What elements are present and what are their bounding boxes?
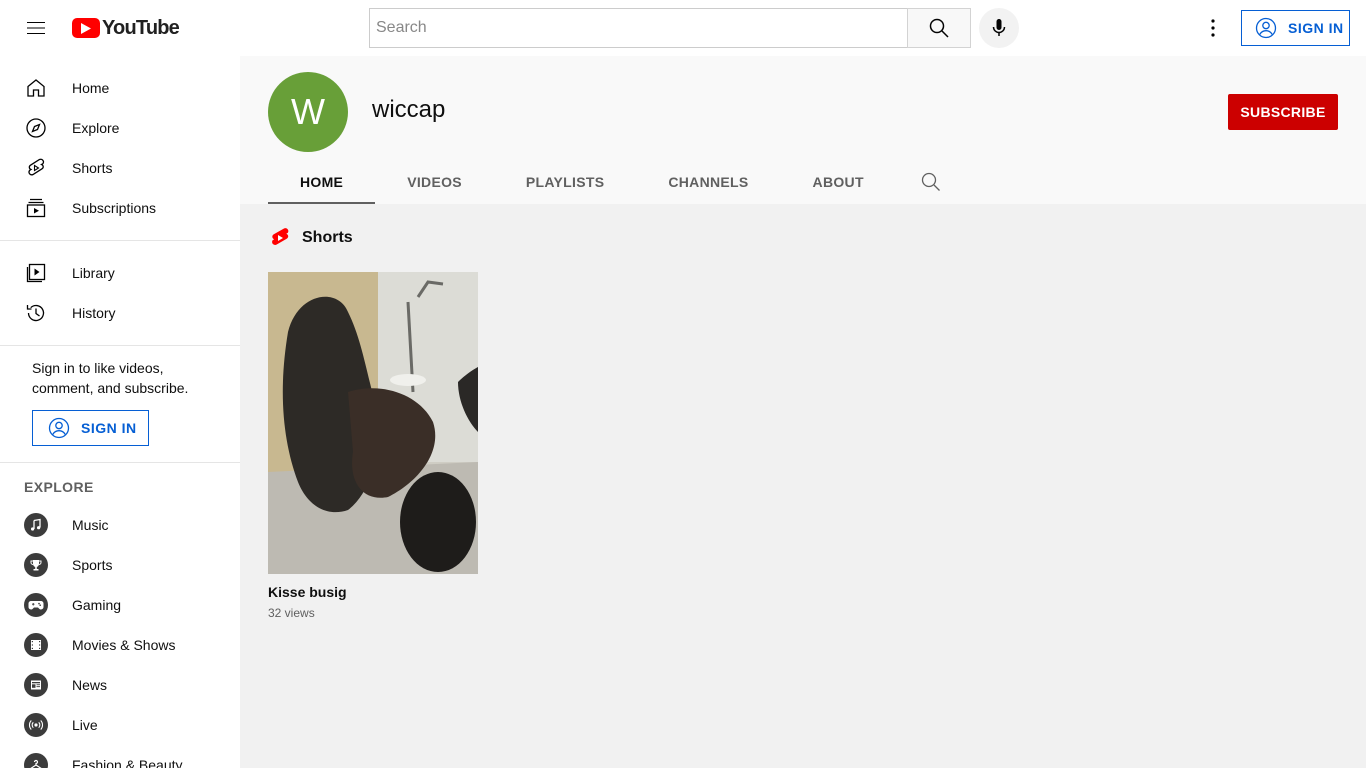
channel-name: wiccap bbox=[372, 96, 446, 123]
short-thumbnail-image bbox=[268, 272, 478, 574]
sidebar-item-home[interactable]: Home bbox=[0, 68, 240, 108]
sign-in-button[interactable]: SIGN IN bbox=[1241, 10, 1350, 46]
short-thumbnail[interactable] bbox=[268, 272, 478, 574]
home-icon bbox=[24, 76, 48, 100]
short-title[interactable]: Kisse busig bbox=[268, 584, 478, 600]
microphone-icon bbox=[992, 19, 1006, 36]
youtube-play-icon bbox=[72, 18, 100, 38]
masthead: YouTube SIGN IN bbox=[0, 0, 1366, 56]
account-icon bbox=[48, 417, 70, 439]
subscribe-button[interactable]: SUBSCRIBE bbox=[1228, 94, 1338, 130]
sign-in-label: SIGN IN bbox=[1288, 20, 1344, 36]
sidebar-item-label: Shorts bbox=[72, 160, 113, 176]
sidebar-divider bbox=[0, 462, 240, 463]
logo-text: YouTube bbox=[102, 16, 180, 39]
sign-in-prompt: Sign in to like videos, comment, and sub… bbox=[32, 360, 189, 396]
channel-avatar[interactable]: W bbox=[268, 72, 348, 152]
search-button[interactable] bbox=[907, 8, 971, 48]
sidebar-item-label: Explore bbox=[72, 120, 120, 136]
sidebar-item-label: Fashion & Beauty bbox=[72, 757, 183, 768]
sidebar-item-label: Gaming bbox=[72, 597, 122, 613]
newspaper-icon bbox=[24, 673, 48, 697]
sidebar-item-label: Home bbox=[72, 80, 110, 96]
sidebar-item-explore[interactable]: Explore bbox=[0, 108, 240, 148]
tab-about[interactable]: ABOUT bbox=[781, 160, 896, 204]
sidebar-item-label: History bbox=[72, 305, 116, 321]
channel-search-button[interactable] bbox=[899, 160, 963, 204]
sign-in-label: SIGN IN bbox=[81, 420, 137, 436]
youtube-logo[interactable]: YouTube bbox=[72, 16, 180, 40]
search-icon bbox=[921, 172, 940, 191]
explore-section-title: EXPLORE bbox=[24, 479, 94, 495]
trophy-icon bbox=[24, 553, 48, 577]
film-icon bbox=[24, 633, 48, 657]
sidebar-item-label: Movies & Shows bbox=[72, 637, 176, 653]
menu-icon[interactable] bbox=[16, 8, 56, 48]
sidebar-item-shorts[interactable]: Shorts bbox=[0, 148, 240, 188]
shorts-logo-icon bbox=[272, 228, 289, 245]
sidebar-sign-in-button[interactable]: SIGN IN bbox=[32, 410, 149, 446]
tab-home[interactable]: HOME bbox=[268, 160, 376, 204]
tab-channels[interactable]: CHANNELS bbox=[636, 160, 780, 204]
subscriptions-icon bbox=[24, 196, 48, 220]
channel-header: W wiccap SUBSCRIBE HOME VIDEOS PLAYLISTS… bbox=[240, 56, 1366, 204]
sidebar-divider bbox=[0, 240, 240, 241]
library-icon bbox=[24, 261, 48, 285]
history-icon bbox=[24, 301, 48, 325]
gamepad-icon bbox=[24, 593, 48, 617]
short-view-count: 32 views bbox=[268, 606, 315, 620]
shorts-icon bbox=[24, 156, 48, 180]
sidebar-item-label: Library bbox=[72, 265, 115, 281]
sidebar: Home Explore Shorts Subscriptions Librar… bbox=[0, 56, 240, 768]
sidebar-item-label: News bbox=[72, 677, 108, 693]
more-vertical-icon bbox=[1211, 19, 1215, 37]
search-icon bbox=[929, 18, 949, 38]
tab-playlists[interactable]: PLAYLISTS bbox=[494, 160, 636, 204]
tab-videos[interactable]: VIDEOS bbox=[375, 160, 494, 204]
sidebar-divider bbox=[0, 345, 240, 346]
sidebar-item-label: Subscriptions bbox=[72, 200, 157, 216]
sidebar-item-gaming[interactable]: Gaming bbox=[0, 585, 240, 625]
compass-icon bbox=[24, 116, 48, 140]
sidebar-item-label: Live bbox=[72, 717, 98, 733]
sidebar-item-music[interactable]: Music bbox=[0, 505, 240, 545]
sidebar-item-library[interactable]: Library bbox=[0, 253, 240, 293]
search-box[interactable] bbox=[369, 8, 908, 48]
music-icon bbox=[24, 513, 48, 537]
account-icon bbox=[1255, 17, 1277, 39]
sidebar-item-movies-shows[interactable]: Movies & Shows bbox=[0, 625, 240, 665]
live-icon bbox=[24, 713, 48, 737]
shorts-shelf-header: Shorts bbox=[268, 226, 353, 250]
sidebar-item-sports[interactable]: Sports bbox=[0, 545, 240, 585]
settings-more-button[interactable] bbox=[1193, 8, 1233, 48]
sidebar-item-label: Sports bbox=[72, 557, 113, 573]
hanger-icon bbox=[24, 753, 48, 768]
sidebar-item-fashion-beauty[interactable]: Fashion & Beauty bbox=[0, 745, 240, 768]
sidebar-item-history[interactable]: History bbox=[0, 293, 240, 333]
sidebar-item-label: Music bbox=[72, 517, 109, 533]
sidebar-item-news[interactable]: News bbox=[0, 665, 240, 705]
channel-tabs: HOME VIDEOS PLAYLISTS CHANNELS ABOUT bbox=[268, 160, 963, 204]
channel-content: Shorts Kisse busig 32 views bbox=[240, 204, 1366, 768]
short-card[interactable]: Kisse busig 32 views bbox=[268, 272, 478, 620]
shelf-title: Shorts bbox=[302, 229, 353, 246]
voice-search-button[interactable] bbox=[979, 8, 1019, 48]
search-input[interactable] bbox=[370, 9, 908, 47]
sidebar-item-subscriptions[interactable]: Subscriptions bbox=[0, 188, 240, 228]
sidebar-item-live[interactable]: Live bbox=[0, 705, 240, 745]
